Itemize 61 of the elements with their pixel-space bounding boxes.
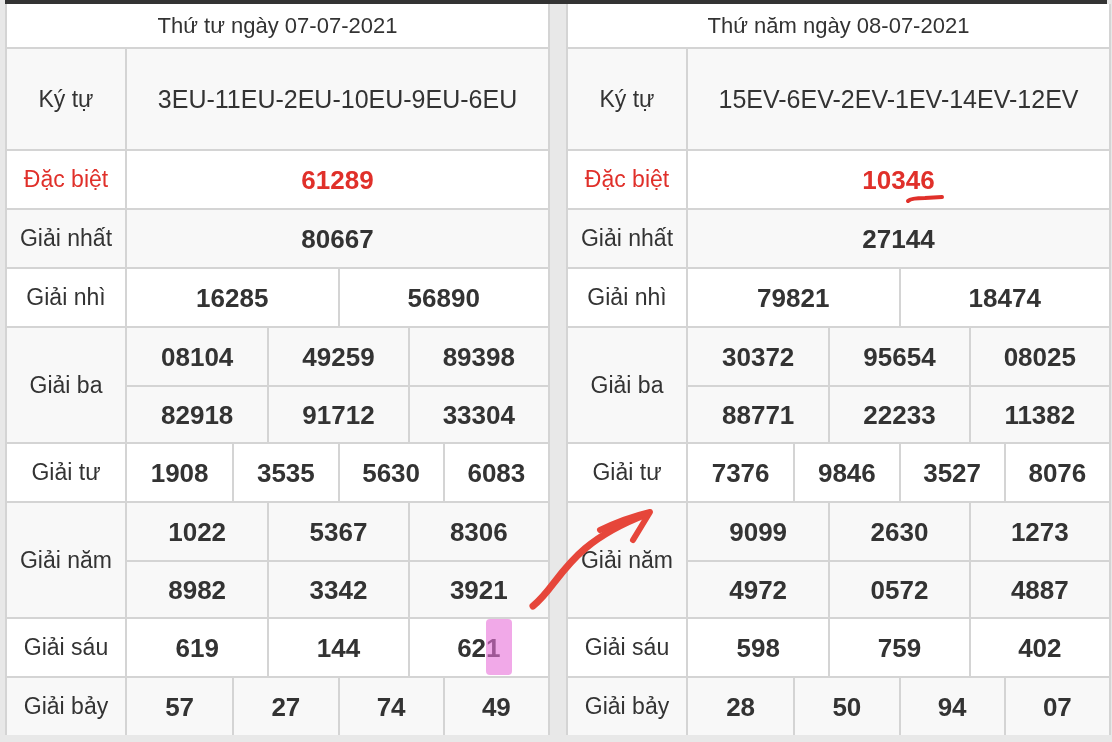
prize-number: 619 — [175, 633, 219, 662]
prize-number: 89398 — [442, 342, 515, 371]
prize-number: 61289 — [301, 165, 374, 194]
prize-number: 22233 — [863, 400, 936, 429]
prize-number: 28 — [726, 692, 756, 721]
prize-number: 2630 — [870, 517, 929, 546]
prize-number: 8076 — [1028, 458, 1087, 487]
prize-number: 10346 — [862, 165, 935, 194]
prize-number: 1022 — [168, 517, 227, 546]
prize-number: 6083 — [467, 458, 526, 487]
prize-number: 80667 — [301, 224, 374, 253]
prize-number: 95654 — [863, 342, 936, 371]
prize-number: 1273 — [1010, 517, 1069, 546]
code-text: 15EV-6EV-2EV-1EV-14EV-12EV — [718, 84, 1079, 115]
prize-number: 3342 — [309, 575, 368, 604]
prize-number: 08104 — [161, 342, 234, 371]
prize-number: 11382 — [1004, 400, 1076, 429]
prize-number: 598 — [736, 633, 780, 662]
prize-number: 30372 — [722, 342, 795, 371]
prize-number: 0572 — [870, 575, 929, 604]
prize-number: 88771 — [722, 400, 795, 429]
prize-number: 402 — [1018, 633, 1062, 662]
prize-number: 144 — [316, 633, 361, 662]
prize-number: 18474 — [968, 283, 1041, 312]
prize-number: 5630 — [362, 458, 421, 487]
prize-number: 08025 — [1003, 342, 1076, 371]
prize-number: 8982 — [168, 575, 227, 604]
prize-number: 9099 — [729, 517, 788, 546]
prize-number: 3921 — [449, 575, 508, 604]
prize-number: 07 — [1042, 692, 1072, 721]
prize-number: 9846 — [817, 458, 876, 487]
prize-number: 94 — [937, 692, 967, 721]
prize-label: Giải bảy — [7, 678, 127, 735]
prize-number: 8306 — [449, 517, 508, 546]
prize-number: 27144 — [862, 224, 935, 253]
prize-number: 49 — [481, 692, 511, 721]
prize-number: 74 — [376, 692, 406, 721]
prize-number: 49259 — [302, 342, 375, 371]
table-title: Thứ tư ngày 07-07-2021 — [156, 12, 399, 40]
prize-number: 82918 — [161, 400, 234, 429]
prize-number: 4887 — [1010, 575, 1069, 604]
prize-number: 16285 — [196, 283, 269, 312]
prize-number: 33304 — [442, 400, 515, 429]
prize-number: 79821 — [757, 283, 830, 312]
table-title: Thứ năm ngày 08-07-2021 — [706, 12, 971, 40]
prize-number: 57 — [165, 692, 195, 721]
prize-number: 56890 — [407, 283, 480, 312]
underline-mark — [905, 192, 945, 204]
prize-number: 759 — [877, 633, 922, 662]
prize-number: 4972 — [729, 575, 788, 604]
prize-number: 3527 — [923, 458, 982, 487]
prize-number: 27 — [271, 692, 301, 721]
prize-label: Giải bảy — [568, 678, 688, 735]
prize-number: 3535 — [256, 458, 315, 487]
prize-number: 1908 — [150, 458, 209, 487]
prize-number: 7376 — [711, 458, 770, 487]
prize-number: 50 — [832, 692, 862, 721]
code-text: 3EU-11EU-2EU-10EU-9EU-6EU — [157, 84, 518, 115]
prize-number: 91712 — [302, 400, 375, 429]
prize-number: 5367 — [309, 517, 368, 546]
prize-number: 621 — [457, 633, 501, 662]
